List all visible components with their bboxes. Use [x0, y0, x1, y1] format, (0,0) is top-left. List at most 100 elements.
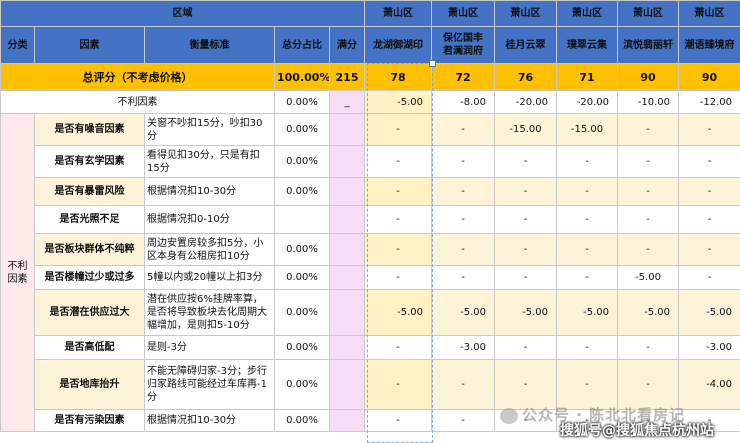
- negative-score[interactable]: -20.00: [556, 90, 618, 114]
- score-cell[interactable]: -: [617, 145, 679, 178]
- total-score[interactable]: 90: [617, 63, 679, 91]
- score-cell[interactable]: -: [364, 265, 432, 290]
- table-row: 是否地库抬升 不能无障碍归家-3分；步行归家路线可能经过车库再-1分 0.00%…: [1, 359, 740, 410]
- score-cell[interactable]: -: [678, 113, 740, 146]
- score-cell[interactable]: -: [678, 177, 740, 206]
- project-header[interactable]: 龙湖御湖印: [364, 26, 432, 64]
- score-cell[interactable]: -: [364, 145, 432, 178]
- project-name: 龙湖御湖印: [373, 39, 423, 51]
- score-cell[interactable]: -3.00: [431, 335, 495, 360]
- score-cell[interactable]: -: [494, 359, 557, 410]
- score-cell[interactable]: -: [494, 177, 557, 206]
- score-cell[interactable]: -: [364, 233, 432, 266]
- full-cell: [329, 145, 365, 178]
- total-pct: 100.00%: [274, 63, 330, 91]
- project-header[interactable]: 桂月云翠: [494, 26, 557, 64]
- score-cell[interactable]: -: [494, 265, 557, 290]
- total-score[interactable]: 76: [494, 63, 557, 91]
- score-cell[interactable]: -: [617, 113, 679, 146]
- score-cell[interactable]: -: [494, 335, 557, 360]
- score-cell[interactable]: -: [556, 145, 618, 178]
- table-row: 是否光照不足 根据情况扣0-10分 - - - - - -: [1, 205, 740, 234]
- negative-score[interactable]: -12.00: [678, 90, 740, 114]
- project-header[interactable]: 滨悦翡丽轩: [617, 26, 679, 64]
- full-cell: [329, 113, 365, 146]
- negative-score[interactable]: -5.00: [364, 90, 432, 114]
- total-score[interactable]: 78: [364, 63, 432, 91]
- score-cell[interactable]: -: [617, 177, 679, 206]
- project-header[interactable]: 潮语臻境府: [678, 26, 740, 64]
- score-cell[interactable]: -: [494, 233, 557, 266]
- score-cell[interactable]: -: [617, 335, 679, 360]
- score-cell[interactable]: -5.00: [617, 289, 679, 336]
- full-cell: [329, 205, 365, 234]
- total-score[interactable]: 90: [678, 63, 740, 91]
- table-row: 是否板块群体不纯粹 周边安置房较多扣5分，小区本身有公租房扣10分 0.00% …: [1, 233, 740, 266]
- score-cell[interactable]: -: [431, 409, 495, 432]
- score-cell[interactable]: -: [494, 205, 557, 234]
- score-cell[interactable]: -: [431, 359, 495, 410]
- score-cell[interactable]: -: [431, 113, 495, 146]
- negative-score[interactable]: -10.00: [617, 90, 679, 114]
- total-score[interactable]: 71: [556, 63, 618, 91]
- score-cell[interactable]: -: [364, 205, 432, 234]
- score-cell[interactable]: -: [556, 359, 618, 410]
- selection-handle[interactable]: [429, 60, 436, 67]
- score-cell[interactable]: -: [364, 335, 432, 360]
- region-cell: 萧山区: [556, 0, 618, 27]
- score-cell[interactable]: -: [364, 113, 432, 146]
- score-cell[interactable]: -: [431, 265, 495, 290]
- score-cell[interactable]: -: [617, 233, 679, 266]
- score-cell[interactable]: -: [431, 177, 495, 206]
- project-name: 桂月云翠: [505, 39, 546, 51]
- score-cell[interactable]: -4.00: [678, 359, 740, 410]
- col-factor: 因素: [34, 26, 145, 64]
- factor-cell: 是否有玄学因素: [34, 145, 145, 178]
- score-cell[interactable]: -: [617, 359, 679, 410]
- score-cell[interactable]: -5.00: [556, 289, 618, 336]
- score-cell[interactable]: -5.00: [494, 289, 557, 336]
- criteria-cell: 潜在供应按6%挂牌率算，是否将导致板块去化周期大幅增加，是则扣5-10分: [144, 289, 275, 336]
- sohu-watermark: 搜狐号@搜狐焦点杭州站: [560, 423, 714, 439]
- score-cell[interactable]: -3.00: [678, 335, 740, 360]
- score-cell[interactable]: -: [556, 205, 618, 234]
- score-cell[interactable]: -: [364, 177, 432, 206]
- negative-summary-row: 不利因素 0.00% _ -5.00 -8.00 -20.00 -20.00 -…: [0, 90, 740, 114]
- score-cell[interactable]: -: [431, 145, 495, 178]
- score-cell[interactable]: -: [494, 145, 557, 178]
- wechat-icon: [500, 407, 518, 424]
- score-cell[interactable]: -5.00: [617, 265, 679, 290]
- pct-cell: 0.00%: [274, 145, 330, 178]
- criteria-cell: 根据情况扣10-30分: [144, 409, 275, 432]
- score-cell[interactable]: -: [678, 265, 740, 290]
- score-cell[interactable]: -: [431, 233, 495, 266]
- score-cell[interactable]: -: [678, 233, 740, 266]
- score-cell[interactable]: -: [617, 205, 679, 234]
- project-name: 保亿国丰: [443, 33, 483, 44]
- project-header[interactable]: 保亿国丰 君澜润府: [431, 26, 495, 64]
- negative-score[interactable]: -20.00: [494, 90, 557, 114]
- total-score[interactable]: 72: [431, 63, 495, 91]
- score-cell[interactable]: -15.00: [556, 113, 618, 146]
- score-cell[interactable]: -: [431, 205, 495, 234]
- score-cell[interactable]: -: [556, 233, 618, 266]
- score-cell[interactable]: -15.00: [494, 113, 557, 146]
- project-header[interactable]: 璞翠云集: [556, 26, 618, 64]
- criteria-cell: 看得见扣30分，只是有扣15分: [144, 145, 275, 178]
- score-cell[interactable]: -: [364, 359, 432, 410]
- criteria-cell: 不能无障碍归家-3分；步行归家路线可能经过车库再-1分: [144, 359, 275, 410]
- score-cell[interactable]: -5.00: [431, 289, 495, 336]
- negative-full: _: [329, 90, 365, 114]
- score-cell[interactable]: -5.00: [678, 289, 740, 336]
- region-cell: 萧山区: [364, 0, 432, 27]
- score-cell[interactable]: -: [556, 335, 618, 360]
- score-cell[interactable]: -: [556, 177, 618, 206]
- score-cell[interactable]: -: [678, 145, 740, 178]
- score-cell[interactable]: -: [678, 205, 740, 234]
- factor-cell: 是否板块群体不纯粹: [34, 233, 145, 266]
- negative-score[interactable]: -8.00: [431, 90, 495, 114]
- score-cell[interactable]: -: [556, 265, 618, 290]
- score-cell[interactable]: -: [364, 409, 432, 432]
- score-cell[interactable]: -5.00: [364, 289, 432, 336]
- factor-cell: 是否潜在供应过大: [34, 289, 145, 336]
